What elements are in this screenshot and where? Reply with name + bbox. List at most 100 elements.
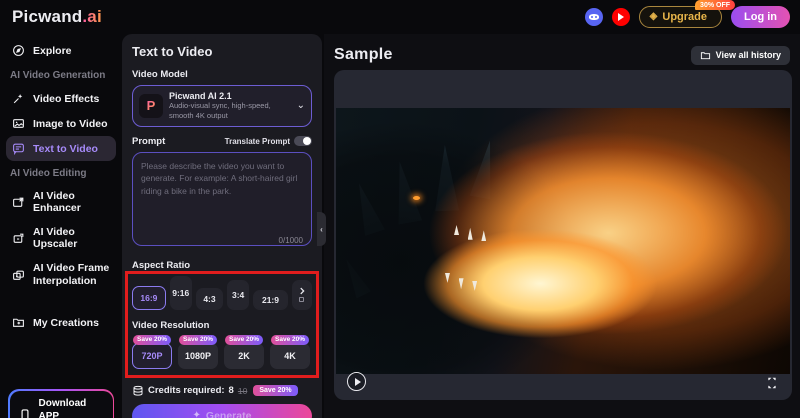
discount-badge: 30% OFF — [695, 0, 735, 10]
sidebar-section-generation: AI Video Generation — [6, 63, 116, 86]
highlighted-settings: 16:9 9:16 4:3 3:4 21:9 Video Resolution … — [132, 276, 312, 369]
chevron-right-icon — [297, 286, 307, 296]
top-bar: Picwand.ai ◈ Upgrade 30% OFF Log in — [0, 0, 800, 34]
model-logo: P — [139, 94, 163, 118]
sidebar-item-my-creations[interactable]: My Creations — [6, 310, 116, 335]
toggle-knob — [303, 137, 311, 145]
magic-wand-icon — [12, 92, 25, 105]
model-name: Picwand AI 2.1 — [169, 91, 291, 101]
sidebar-label: Text to Video — [33, 143, 98, 155]
prompt-label: Prompt — [132, 136, 165, 147]
sidebar-label: Image to Video — [33, 118, 108, 130]
sidebar-item-explore[interactable]: Explore — [6, 38, 116, 63]
sidebar-item-image-to-video[interactable]: Image to Video — [6, 111, 116, 136]
aspect-16-9-button[interactable]: 16:9 — [132, 286, 166, 310]
aspect-more-button[interactable] — [292, 280, 312, 310]
generate-button[interactable]: ✦ Generate — [132, 404, 312, 418]
play-icon — [355, 378, 361, 386]
sparkle-icon: ✦ — [193, 410, 201, 418]
save-badge: Save 20% — [225, 335, 263, 345]
sidebar-label: AI Video Frame Interpolation — [33, 262, 110, 288]
generate-label: Generate — [206, 410, 252, 418]
sidebar-section-editing: AI Video Editing — [6, 161, 116, 184]
prompt-box: 0/1000 — [132, 152, 312, 251]
aspect-21-9-button[interactable]: 21:9 — [253, 290, 288, 310]
login-button[interactable]: Log in — [731, 6, 790, 28]
image-icon — [12, 117, 25, 130]
frames-icon — [12, 269, 25, 282]
sidebar-item-frame-interpolation[interactable]: AI Video Frame Interpolation — [6, 256, 116, 294]
video-model-label: Video Model — [132, 69, 312, 80]
translate-prompt: Translate Prompt — [225, 136, 312, 146]
video-controls — [334, 362, 792, 400]
sidebar-item-ai-video-upscaler[interactable]: AI Video Upscaler — [6, 220, 116, 256]
aspect-ratio-label: Aspect Ratio — [132, 260, 312, 271]
logo[interactable]: Picwand.ai — [12, 7, 102, 27]
aspect-ratio-row: 16:9 9:16 4:3 3:4 21:9 — [132, 276, 312, 310]
logo-suffix: .ai — [82, 7, 102, 26]
resolution-row: Save 20% 720P Save 20% 1080P Save 20% 2K… — [132, 343, 312, 369]
upscale-icon — [12, 232, 25, 245]
credits-label: Credits required: — [148, 385, 225, 396]
fullscreen-button[interactable] — [765, 376, 779, 390]
save-badge: Save 20% — [179, 335, 217, 345]
download-app-text: Download APP Get Free Credits — [39, 397, 105, 418]
video-model-select[interactable]: P Picwand AI 2.1 Audio-visual sync, high… — [132, 85, 312, 127]
video-resolution-label: Video Resolution — [132, 320, 312, 331]
download-app-title: Download APP — [39, 397, 105, 418]
play-button[interactable] — [347, 372, 366, 391]
credits-row: Credits required: 8 10 Save 20% — [132, 385, 312, 397]
aspect-4-3-button[interactable]: 4:3 — [196, 288, 223, 310]
sample-video-preview[interactable] — [336, 108, 790, 374]
gem-icon: ◈ — [650, 12, 658, 22]
dragon-eye — [413, 196, 420, 200]
small-square-icon — [298, 296, 305, 303]
sidebar-label: AI Video Enhancer — [33, 190, 110, 214]
translate-prompt-label: Translate Prompt — [225, 137, 290, 146]
model-description: Audio-visual sync, high-speed, smooth 4K… — [169, 101, 291, 121]
discord-face-icon — [589, 14, 599, 20]
view-all-history-label: View all history — [716, 50, 781, 60]
youtube-icon[interactable] — [612, 8, 630, 26]
translate-prompt-toggle[interactable] — [294, 136, 312, 146]
resolution-item: Save 20% 1080P — [178, 343, 218, 369]
sidebar-label: Explore — [33, 45, 72, 57]
sidebar-item-ai-video-enhancer[interactable]: AI Video Enhancer — [6, 184, 116, 220]
sidebar-label: AI Video Upscaler — [33, 226, 110, 250]
compass-icon — [12, 44, 25, 57]
upgrade-button[interactable]: ◈ Upgrade 30% OFF — [639, 6, 722, 28]
discord-icon[interactable] — [585, 8, 603, 26]
panel-title: Text to Video — [132, 44, 312, 59]
view-all-history-button[interactable]: View all history — [691, 46, 790, 65]
prompt-input[interactable] — [132, 152, 312, 246]
resolution-1080p-button[interactable]: 1080P — [178, 343, 218, 369]
download-app-inner: Download APP Get Free Credits — [10, 391, 113, 418]
aspect-3-4-button[interactable]: 3:4 — [227, 280, 249, 310]
save-badge: Save 20% — [271, 335, 309, 345]
credits-save-badge: Save 20% — [253, 385, 297, 396]
panel-collapse-handle[interactable]: ‹ — [317, 212, 326, 246]
resolution-item: Save 20% 4K — [270, 343, 310, 369]
model-meta: Picwand AI 2.1 Audio-visual sync, high-s… — [169, 91, 291, 121]
folder-icon — [12, 316, 25, 329]
resolution-4k-button[interactable]: 4K — [270, 343, 310, 369]
picwand-app: Picwand.ai ◈ Upgrade 30% OFF Log in Expl… — [0, 0, 800, 418]
phone-icon — [18, 407, 32, 418]
youtube-play-icon — [618, 13, 624, 21]
resolution-720p-button[interactable]: 720P — [132, 343, 172, 369]
resolution-2k-button[interactable]: 2K — [224, 343, 264, 369]
sample-panel: Sample View all history — [324, 34, 800, 418]
sidebar-label: My Creations — [33, 317, 99, 329]
upgrade-label: Upgrade — [662, 11, 707, 23]
aspect-9-16-button[interactable]: 9:16 — [170, 276, 192, 310]
history-folder-icon — [700, 50, 711, 61]
logo-text: Picwand — [12, 7, 82, 26]
sidebar-item-video-effects[interactable]: Video Effects — [6, 86, 116, 111]
download-app-button[interactable]: Download APP Get Free Credits — [8, 389, 114, 418]
resolution-item: Save 20% 720P — [132, 343, 172, 369]
text-to-video-panel: Text to Video Video Model P Picwand AI 2… — [122, 34, 322, 418]
sample-video-card — [334, 70, 792, 400]
topbar-actions: ◈ Upgrade 30% OFF Log in — [585, 6, 790, 28]
save-badge: Save 20% — [133, 335, 171, 345]
sidebar-item-text-to-video[interactable]: Text to Video — [6, 136, 116, 161]
